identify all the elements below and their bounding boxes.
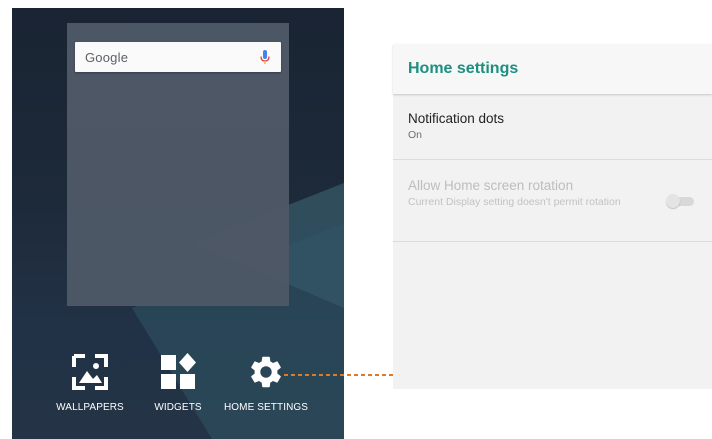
overview-options: WALLPAPERS WIDGETS HOME SETTINGS	[12, 350, 344, 430]
wallpaper-icon	[68, 350, 112, 394]
widgets-icon	[156, 350, 200, 394]
google-logo: Google	[85, 49, 129, 65]
wallpapers-button[interactable]: WALLPAPERS	[56, 350, 124, 413]
gear-icon	[244, 350, 288, 394]
widgets-button[interactable]: WIDGETS	[148, 350, 208, 413]
allow-rotation-toggle	[666, 194, 696, 208]
home-settings-panel: Home settings Notification dots On Allow…	[393, 44, 712, 389]
home-settings-button[interactable]: HOME SETTINGS	[224, 350, 308, 413]
toggle-thumb	[666, 194, 680, 208]
launcher-overview-screen: Google WALLPAPERS WIDGETS HOME SETTINGS	[12, 8, 344, 439]
allow-rotation-item: Allow Home screen rotation Current Displ…	[393, 160, 712, 242]
notification-dots-item[interactable]: Notification dots On	[393, 94, 712, 160]
allow-rotation-summary: Current Display setting doesn't permit r…	[408, 196, 621, 208]
settings-header: Home settings	[393, 44, 712, 94]
wallpapers-label: WALLPAPERS	[56, 402, 124, 413]
widgets-label: WIDGETS	[154, 402, 202, 413]
allow-rotation-title: Allow Home screen rotation	[408, 178, 574, 193]
mic-icon[interactable]	[259, 49, 271, 65]
notification-dots-summary: On	[408, 129, 423, 141]
google-search-bar[interactable]: Google	[75, 42, 281, 72]
settings-title: Home settings	[408, 60, 519, 77]
figure-stage: Google WALLPAPERS WIDGETS HOME SETTINGS …	[0, 0, 712, 439]
home-screen-preview[interactable]: Google	[67, 23, 289, 306]
notification-dots-title: Notification dots	[408, 111, 505, 126]
home-settings-label: HOME SETTINGS	[223, 402, 309, 413]
